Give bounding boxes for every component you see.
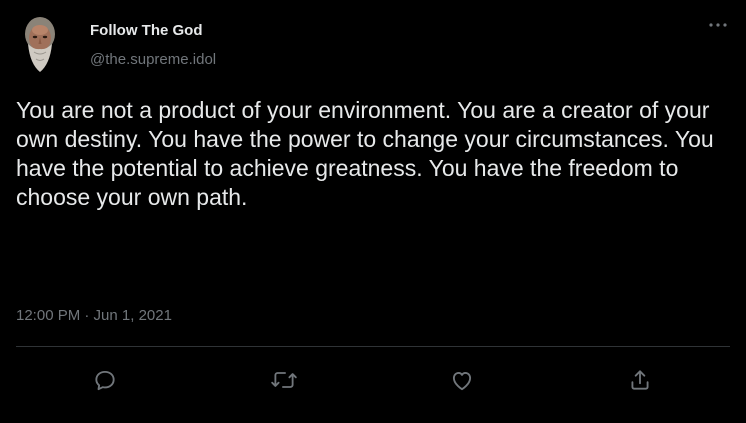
retweet-icon: [271, 372, 297, 388]
share-icon: [631, 370, 649, 390]
avatar-image: [16, 12, 64, 76]
author-handle[interactable]: @the.supreme.idol: [90, 51, 216, 68]
author-display-name[interactable]: Follow The God: [90, 22, 203, 39]
more-options-button[interactable]: [703, 14, 733, 36]
tweet-card: Follow The God @the.supreme.idol You are…: [0, 0, 746, 423]
like-button[interactable]: [446, 364, 478, 396]
tweet-text: You are not a product of your environmen…: [16, 97, 714, 210]
reply-icon: [95, 370, 115, 391]
avatar[interactable]: [16, 12, 64, 76]
reply-button[interactable]: [89, 364, 121, 396]
more-horizontal-icon: [709, 23, 727, 27]
tweet-timestamp[interactable]: 12:00 PM · Jun 1, 2021: [16, 307, 172, 324]
heart-icon: [452, 372, 472, 391]
share-button[interactable]: [624, 364, 656, 396]
divider: [16, 346, 730, 347]
retweet-button[interactable]: [268, 364, 300, 396]
